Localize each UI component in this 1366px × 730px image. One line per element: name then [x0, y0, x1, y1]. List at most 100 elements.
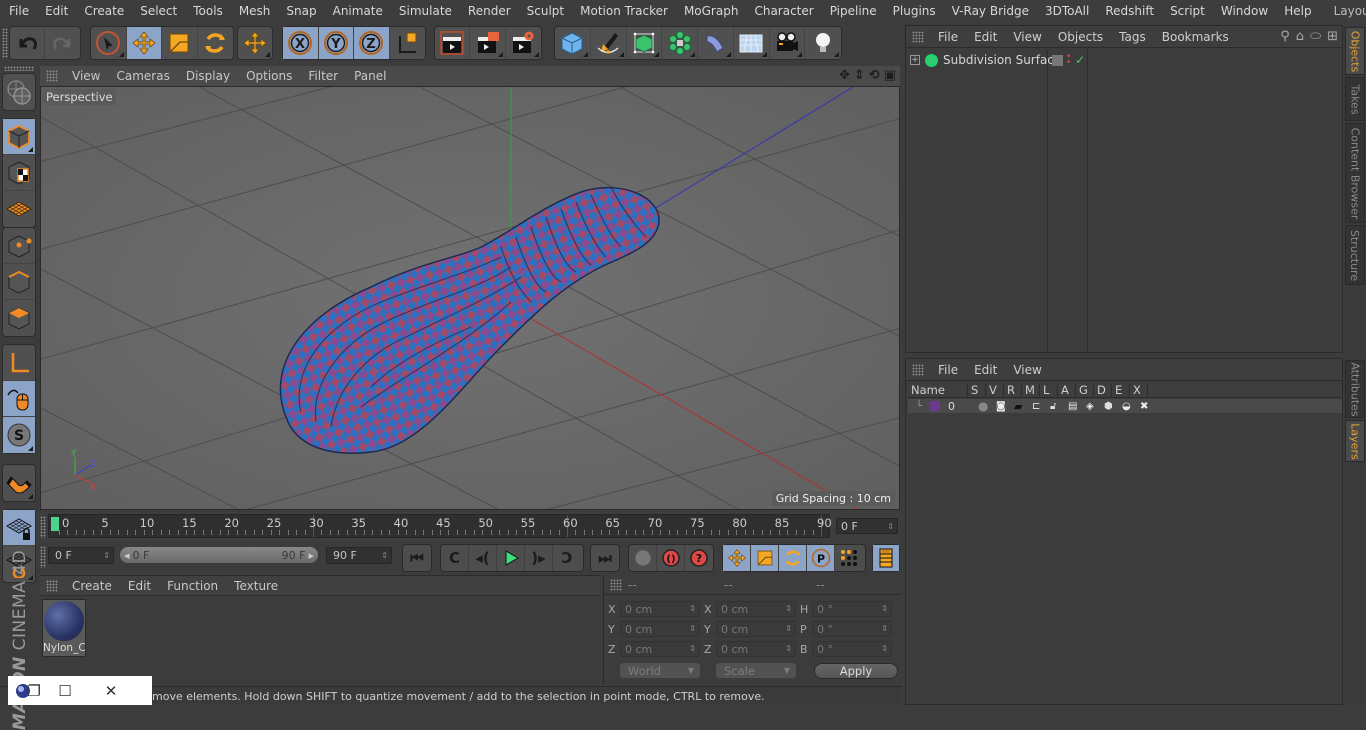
toolbar-grip[interactable] — [2, 28, 8, 58]
subdivision-surface-button[interactable] — [627, 27, 663, 59]
layers-menu-view[interactable]: View — [1005, 363, 1049, 377]
col-xref[interactable]: X — [1130, 383, 1148, 398]
pos-x-field[interactable]: 0 cm ⇕ — [620, 601, 700, 617]
menu-mograph[interactable]: MoGraph — [676, 4, 747, 18]
menu-snap[interactable]: Snap — [278, 4, 324, 18]
generator-icon[interactable]: ◈ — [1086, 401, 1104, 412]
pos-y-field[interactable]: 0 cm ⇕ — [620, 621, 700, 637]
viewport-menu-options[interactable]: Options — [238, 69, 300, 83]
rot-b-field[interactable]: 0 ° ⇕ — [812, 641, 892, 657]
solo-dot-icon[interactable]: ● — [978, 399, 996, 413]
rotate-tool-button[interactable] — [198, 27, 233, 59]
enable-axis-button[interactable] — [3, 345, 35, 381]
objects-menu-objects[interactable]: Objects — [1050, 30, 1111, 44]
material-menu-create[interactable]: Create — [64, 579, 120, 593]
column-divider[interactable] — [1087, 49, 1088, 351]
object-name[interactable]: Subdivision Surface — [943, 53, 1061, 67]
xref-icon[interactable]: ✖ — [1140, 401, 1158, 412]
render-settings-button[interactable] — [506, 27, 541, 59]
col-generators[interactable]: G — [1076, 383, 1094, 398]
layers-menu-file[interactable]: File — [930, 363, 966, 377]
size-x-field[interactable]: 0 cm ⇕ — [716, 601, 796, 617]
apply-button[interactable]: Apply — [814, 663, 898, 679]
size-mode-dropdown[interactable]: Scale ▼ — [716, 663, 796, 678]
playhead-marker[interactable] — [51, 517, 59, 531]
menu-tools[interactable]: Tools — [185, 4, 231, 18]
key-pla-button[interactable] — [835, 545, 863, 571]
menu-sculpt[interactable]: Sculpt — [519, 4, 572, 18]
col-name[interactable]: Name — [908, 383, 968, 398]
viewport-menu-filter[interactable]: Filter — [300, 69, 346, 83]
menu-script[interactable]: Script — [1162, 4, 1213, 18]
key-scale-button[interactable] — [751, 545, 779, 571]
z-axis-button[interactable]: Z — [354, 27, 390, 59]
toggle-view-icon[interactable]: ▣ — [884, 68, 896, 83]
rot-p-field[interactable]: 0 ° ⇕ — [812, 621, 892, 637]
camera-button[interactable] — [770, 27, 806, 59]
enabled-check-icon[interactable]: ✓ — [1075, 53, 1085, 67]
tab-structure[interactable]: Structure — [1345, 225, 1365, 285]
scale-tool-button[interactable] — [162, 27, 198, 59]
play-button[interactable] — [497, 545, 525, 571]
manager-hierarchy-icon[interactable]: ⊏ — [1032, 401, 1050, 412]
viewport-menu-cameras[interactable]: Cameras — [108, 69, 177, 83]
key-parameter-button[interactable]: P — [807, 545, 835, 571]
viewport-menu-display[interactable]: Display — [178, 69, 238, 83]
3d-viewport[interactable]: Y Z X Perspective Grid Spacing : 10 cm — [40, 86, 900, 510]
snap-button[interactable] — [3, 465, 35, 501]
visibility-dots-icon[interactable]: • • — [1066, 53, 1072, 68]
menu-simulate[interactable]: Simulate — [391, 4, 460, 18]
maximize-button[interactable]: ☐ — [42, 682, 88, 700]
close-button[interactable]: ✕ — [88, 682, 134, 700]
tab-objects[interactable]: Objects — [1345, 27, 1365, 75]
col-solo[interactable]: S — [968, 383, 986, 398]
tab-takes[interactable]: Takes — [1345, 77, 1365, 121]
material-menu-edit[interactable]: Edit — [120, 579, 159, 593]
col-manager[interactable]: M — [1022, 383, 1040, 398]
home-icon[interactable]: ⌂ — [1296, 29, 1304, 44]
pos-z-field[interactable]: 0 cm ⇕ — [620, 641, 700, 657]
tab-content-browser[interactable]: Content Browser — [1345, 123, 1365, 223]
menu-create[interactable]: Create — [76, 4, 132, 18]
move-tool-button[interactable] — [126, 27, 162, 59]
layer-manager-grip[interactable] — [912, 363, 924, 376]
layer-row[interactable]: └ 0 ● ◙ ▰ ⊏ 🔓︎ ▤ ◈ ⬢ ◒ ✖ — [908, 399, 1342, 413]
light-button[interactable] — [805, 27, 841, 59]
points-mode-button[interactable] — [3, 228, 35, 264]
viewport-grip[interactable] — [46, 70, 58, 82]
menu-pipeline[interactable]: Pipeline — [822, 4, 885, 18]
timeline-window-button[interactable] — [873, 545, 899, 571]
undo-button[interactable] — [10, 27, 46, 59]
goto-end-button[interactable]: ⏭ — [591, 545, 619, 571]
menu-render[interactable]: Render — [460, 4, 519, 18]
material-menu-texture[interactable]: Texture — [226, 579, 286, 593]
keyframe-selection-button[interactable]: ? — [685, 545, 713, 571]
objects-menu-view[interactable]: View — [1005, 30, 1049, 44]
x-axis-button[interactable]: X — [283, 27, 319, 59]
range-left-arrow-icon[interactable]: ◂ — [124, 549, 130, 562]
next-key-button[interactable]: Ↄ — [553, 545, 581, 571]
new-window-icon[interactable]: ⊞ — [1327, 29, 1338, 44]
material-swatch[interactable]: Nylon_C — [42, 599, 86, 657]
lock-icon[interactable]: 🔓︎ — [1050, 401, 1068, 412]
key-position-button[interactable] — [723, 545, 751, 571]
timeline-grip[interactable] — [40, 516, 46, 538]
menu-select[interactable]: Select — [132, 4, 185, 18]
layer-slot-icon[interactable] — [1052, 54, 1063, 66]
material-grip[interactable] — [46, 579, 58, 592]
next-frame-button[interactable]: )▸ — [525, 545, 553, 571]
max-frame-field[interactable]: 90 F ⇕ — [326, 547, 392, 564]
view-eye-icon[interactable]: ◙ — [996, 401, 1014, 412]
col-locked[interactable]: L — [1040, 383, 1058, 398]
cube-button[interactable] — [555, 27, 591, 59]
lock-workplane-button[interactable] — [3, 510, 35, 546]
layers-menu-edit[interactable]: Edit — [966, 363, 1005, 377]
viewport-menu-panel[interactable]: Panel — [346, 69, 394, 83]
menu-motion-tracker[interactable]: Motion Tracker — [572, 4, 676, 18]
tweak-mode-button[interactable] — [3, 381, 35, 417]
timeline-ruler[interactable]: 0 5 10 15 20 25 30 35 40 45 50 55 60 65 70 75 80 85 90 — [48, 514, 832, 538]
object-row[interactable]: + Subdivision Surface — [906, 50, 1342, 70]
prev-key-button[interactable]: C — [441, 545, 469, 571]
left-toolbar-grip[interactable] — [4, 66, 34, 71]
dolly-icon[interactable]: ⇕ — [854, 68, 865, 83]
